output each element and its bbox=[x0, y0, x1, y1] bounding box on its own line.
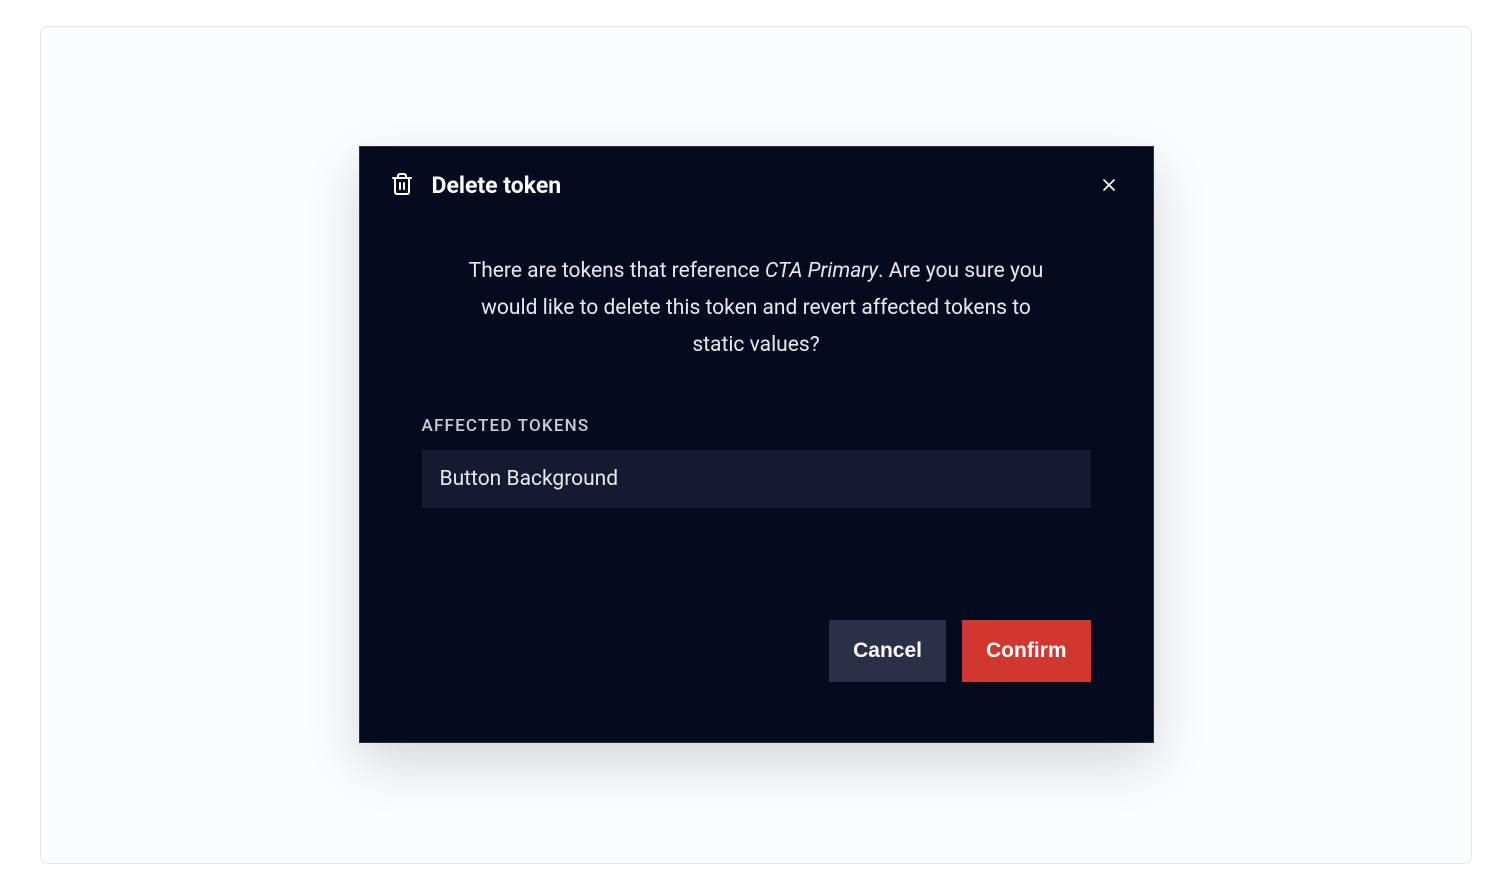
modal-footer: Cancel Confirm bbox=[360, 508, 1153, 742]
description-token-name: CTA Primary bbox=[765, 259, 878, 283]
close-button[interactable] bbox=[1095, 171, 1123, 199]
delete-token-modal: Delete token There are tokens that refer… bbox=[359, 146, 1154, 742]
affected-tokens-list: Button Background bbox=[422, 450, 1091, 508]
affected-token-item: Button Background bbox=[422, 450, 1091, 508]
modal-body: There are tokens that reference CTA Prim… bbox=[360, 209, 1153, 507]
close-icon bbox=[1099, 175, 1119, 195]
cancel-button[interactable]: Cancel bbox=[829, 620, 946, 682]
modal-title: Delete token bbox=[432, 172, 562, 199]
trash-icon bbox=[390, 172, 414, 198]
description-prefix: There are tokens that reference bbox=[469, 259, 765, 283]
affected-tokens-label: Affected Tokens bbox=[422, 416, 1091, 436]
confirm-button[interactable]: Confirm bbox=[962, 620, 1091, 682]
page-canvas: Delete token There are tokens that refer… bbox=[40, 26, 1472, 864]
modal-description: There are tokens that reference CTA Prim… bbox=[456, 253, 1056, 363]
modal-title-wrap: Delete token bbox=[390, 172, 562, 199]
modal-header: Delete token bbox=[360, 147, 1153, 209]
